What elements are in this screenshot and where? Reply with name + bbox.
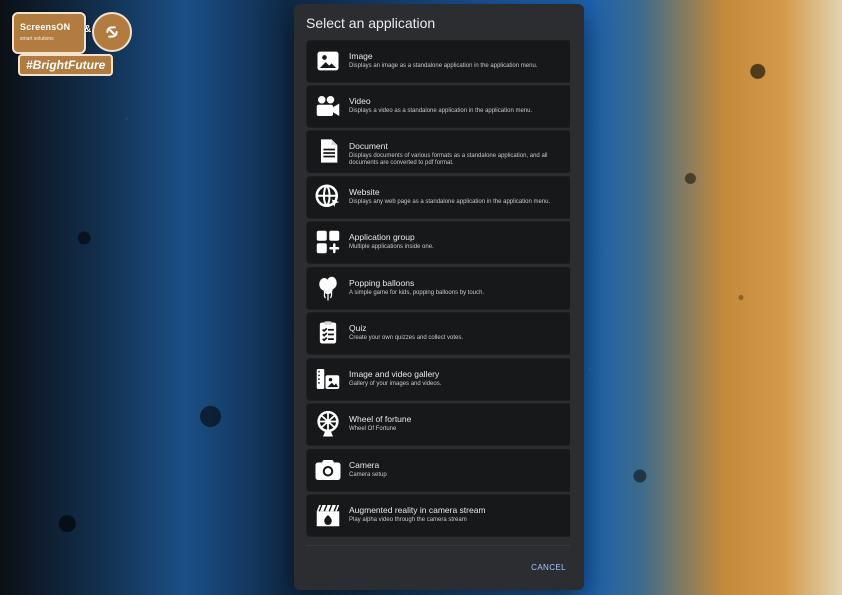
app-item-description: Multiple applications inside one. [349, 244, 434, 250]
application-list[interactable]: Image Displays an image as a standalone … [306, 40, 570, 545]
app-item-wheel-of-fortune[interactable]: Wheel of fortune Wheel Of Fortune [306, 403, 570, 446]
app-item-description: A simple game for kids, popping balloons… [349, 290, 485, 296]
app-item-title: Application group [349, 232, 415, 242]
app-item-description: Displays documents of various formats as… [349, 153, 548, 166]
app-item-popping-balloons[interactable]: Popping balloons A simple game for kids,… [306, 267, 570, 310]
brand-amp: & [84, 24, 92, 35]
app-item-description: Wheel Of Fortune [349, 426, 397, 432]
partner-logo [92, 12, 132, 52]
app-item-title: Camera [349, 460, 380, 470]
brand-name: ScreensON [20, 22, 71, 32]
app-item-quiz[interactable]: Quiz Create your own quizzes and collect… [306, 312, 570, 355]
app-item-description: Create your own quizzes and collect vote… [349, 335, 464, 341]
link-mark-icon [106, 26, 118, 38]
app-item-camera[interactable]: Camera Camera setup [306, 449, 570, 492]
clapperboard-ar-icon [313, 500, 343, 530]
video-camera-icon [313, 91, 343, 121]
app-item-description: Displays an image as a standalone applic… [349, 63, 538, 69]
wheel-of-fortune-icon [313, 409, 343, 439]
app-item-title: Quiz [349, 323, 367, 333]
app-item-document[interactable]: Document Displays documents of various f… [306, 130, 570, 173]
gallery-icon [313, 364, 343, 394]
app-item-description: Camera setup [349, 472, 387, 478]
app-item-title: Image and video gallery [349, 369, 440, 379]
app-item-title: Website [349, 187, 380, 197]
app-item-description: Play alpha video through the camera stre… [349, 517, 467, 523]
cancel-button[interactable]: CANCEL [531, 563, 566, 572]
document-icon [313, 136, 343, 166]
app-item-application-group[interactable]: Application group Multiple applications … [306, 221, 570, 264]
app-item-gallery[interactable]: Image and video gallery Gallery of your … [306, 358, 570, 401]
screenson-logo: ScreensON smart solutions [12, 12, 86, 54]
dialog-title: Select an application [306, 15, 436, 31]
app-item-title: Document [349, 141, 388, 151]
app-item-website[interactable]: Website Displays any web page as a stand… [306, 176, 570, 219]
brand-hashtag: #BrightFuture [18, 54, 114, 76]
camera-icon [313, 455, 343, 485]
brand-subtitle: smart solutions [20, 36, 54, 42]
app-item-augmented-reality[interactable]: Augmented reality in camera stream Play … [306, 494, 570, 537]
list-divider [306, 545, 570, 546]
brand-badge: ScreensON smart solutions & #BrightFutur… [10, 10, 132, 76]
website-globe-icon [313, 182, 343, 212]
app-group-icon [313, 227, 343, 257]
app-item-title: Video [349, 96, 371, 106]
app-item-image[interactable]: Image Displays an image as a standalone … [306, 40, 570, 83]
app-item-description: Displays any web page as a standalone ap… [349, 199, 551, 205]
app-item-title: Image [349, 51, 373, 61]
quiz-checklist-icon [313, 318, 343, 348]
balloons-icon [313, 273, 343, 303]
app-item-description: Displays a video as a standalone applica… [349, 108, 533, 114]
app-item-title: Augmented reality in camera stream [349, 505, 486, 515]
image-icon [313, 46, 343, 76]
app-item-description: Gallery of your images and videos. [349, 381, 442, 387]
app-item-title: Wheel of fortune [349, 414, 412, 424]
select-application-dialog: Select an application Image Displays an … [294, 4, 584, 590]
app-item-video[interactable]: Video Displays a video as a standalone a… [306, 85, 570, 128]
app-item-title: Popping balloons [349, 278, 415, 288]
